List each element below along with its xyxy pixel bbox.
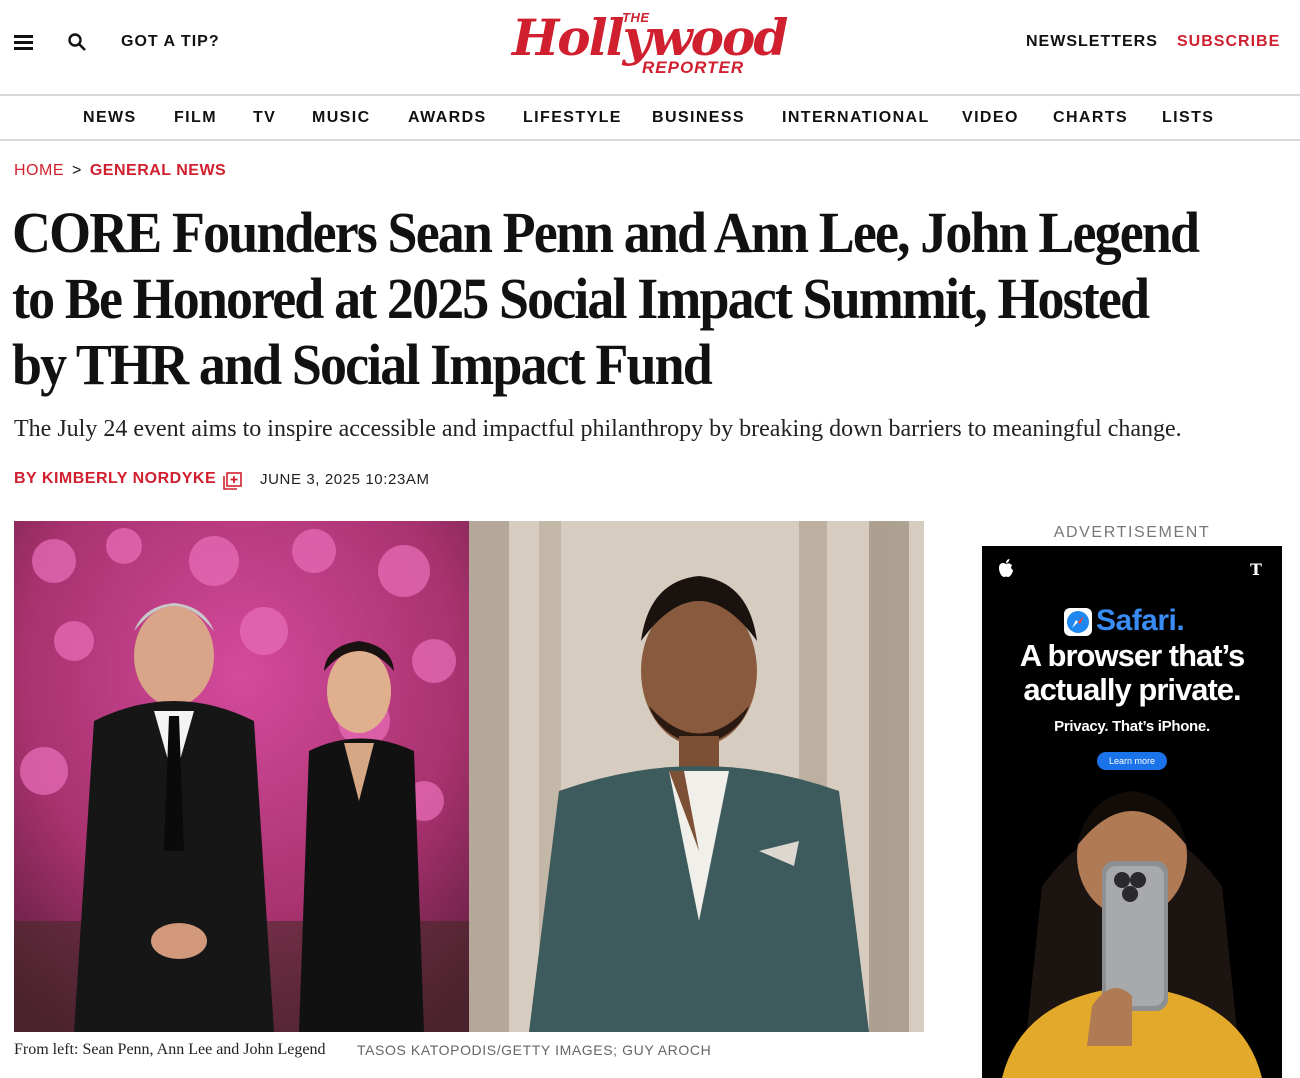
nav-item-charts[interactable]: CHARTS [1053, 109, 1128, 127]
nav-item-awards[interactable]: AWARDS [408, 109, 487, 127]
ad-subline: Privacy. That’s iPhone. [1054, 718, 1210, 735]
article-dek: The July 24 event aims to inspire access… [14, 416, 1182, 442]
photo-sean-penn-ann-lee [14, 521, 469, 1032]
nav-item-music[interactable]: MUSIC [312, 109, 371, 127]
nav-item-news[interactable]: NEWS [83, 109, 137, 127]
author-byline[interactable]: BY KIMBERLY NORDYKE [14, 470, 216, 488]
subscribe-link[interactable]: SUBSCRIBE [1177, 33, 1280, 51]
breadcrumb: HOME > GENERAL NEWS [14, 162, 226, 180]
photo-credit: TASOS KATOPODIS/GETTY IMAGES; GUY AROCH [357, 1042, 712, 1058]
follow-author-icon[interactable] [223, 472, 242, 490]
search-icon[interactable] [67, 32, 87, 52]
site-header: GOT A TIP? Hollywood THE REPORTER NEWSLE… [0, 0, 1300, 96]
learn-more-button[interactable]: Learn more [1097, 752, 1167, 770]
site-logo[interactable]: Hollywood THE REPORTER [512, 8, 788, 80]
ad-headline-line-2: actually private. [1023, 672, 1241, 707]
apple-logo-icon [999, 559, 1013, 577]
advertisement[interactable]: T Safari. A browser that’s actually priv… [982, 546, 1282, 1078]
nav-item-international[interactable]: INTERNATIONAL [782, 109, 930, 127]
ad-person-with-iphone [982, 776, 1282, 1078]
nav-item-lists[interactable]: LISTS [1162, 109, 1214, 127]
breadcrumb-current[interactable]: GENERAL NEWS [90, 162, 226, 179]
safari-wordmark: Safari. [1096, 604, 1185, 637]
safari-compass-icon [1064, 608, 1092, 636]
primary-nav: NEWS FILM TV MUSIC AWARDS LIFESTYLE BUSI… [0, 96, 1300, 141]
nav-item-business[interactable]: BUSINESS [652, 109, 745, 127]
nav-item-video[interactable]: VIDEO [962, 109, 1019, 127]
nav-item-tv[interactable]: TV [253, 109, 276, 127]
publish-date: JUNE 3, 2025 10:23AM [260, 471, 430, 488]
nav-item-lifestyle[interactable]: LIFESTYLE [523, 109, 622, 127]
newsletters-link[interactable]: NEWSLETTERS [1026, 33, 1158, 51]
article-headline: CORE Founders Sean Penn and Ann Lee, Joh… [12, 200, 1200, 397]
menu-icon[interactable] [14, 35, 33, 50]
photo-john-legend [469, 521, 924, 1032]
logo-reporter: REPORTER [642, 58, 745, 77]
logo-the: THE [622, 10, 650, 25]
advertisement-label: ADVERTISEMENT [1053, 524, 1211, 541]
nav-item-film[interactable]: FILM [174, 109, 217, 127]
got-a-tip-link[interactable]: GOT A TIP? [121, 33, 220, 51]
breadcrumb-home[interactable]: HOME [14, 162, 64, 179]
lead-image[interactable] [14, 521, 924, 1032]
photo-caption: From left: Sean Penn, Ann Lee and John L… [14, 1041, 326, 1058]
breadcrumb-separator: > [72, 162, 82, 179]
t-mobile-logo: T [1250, 560, 1262, 579]
ad-headline-line-1: A browser that’s [1019, 638, 1246, 673]
